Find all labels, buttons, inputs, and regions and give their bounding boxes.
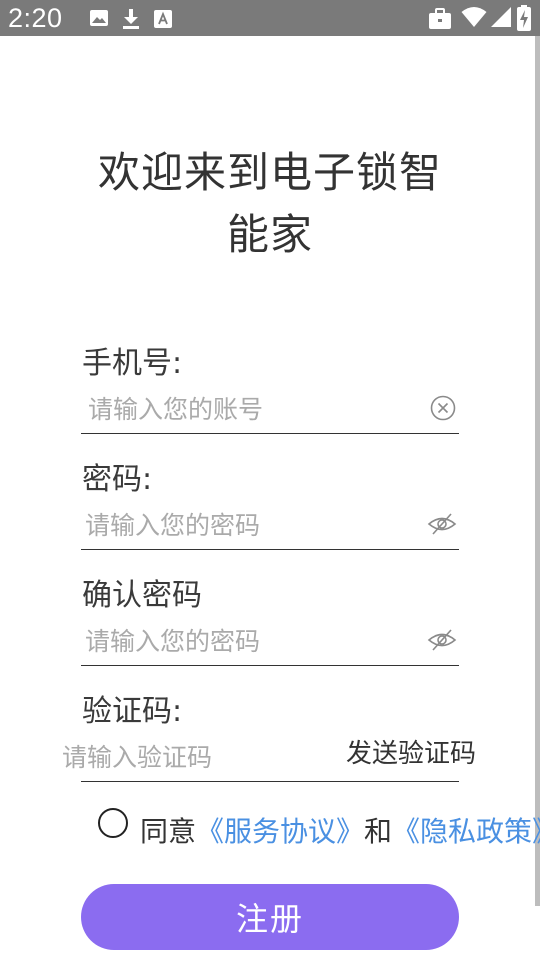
phone-input[interactable]: 请输入您的账号	[88, 390, 263, 426]
password-input[interactable]: 请输入您的密码	[85, 506, 260, 542]
eye-off-icon[interactable]	[427, 510, 457, 538]
send-code-button[interactable]: 发送验证码	[346, 733, 476, 770]
confirm-password-field[interactable]: 请输入您的密码	[81, 614, 459, 666]
confirm-password-label: 确认密码	[82, 578, 202, 613]
phone-field[interactable]: 请输入您的账号	[81, 382, 459, 434]
register-button[interactable]: 注册	[81, 884, 459, 950]
confirm-password-input[interactable]: 请输入您的密码	[85, 622, 260, 658]
and-text: 和	[364, 815, 393, 848]
image-icon	[90, 10, 108, 26]
phone-label: 手机号:	[82, 346, 183, 381]
page-title-line-1: 欢迎来到电子锁智	[97, 148, 442, 197]
battery-charging-icon	[517, 5, 531, 31]
code-label: 验证码:	[82, 694, 183, 729]
page-title-line-2: 能家	[226, 210, 313, 259]
clear-icon[interactable]	[429, 394, 457, 422]
password-field[interactable]: 请输入您的密码	[81, 498, 459, 550]
font-icon	[154, 10, 172, 28]
eye-off-icon[interactable]	[427, 626, 457, 654]
wifi-icon	[461, 7, 487, 27]
code-input[interactable]: 请输入验证码	[62, 738, 212, 774]
agree-text: 同意	[140, 815, 197, 848]
password-label: 密码:	[82, 462, 153, 497]
download-icon	[123, 9, 139, 29]
briefcase-icon	[429, 8, 451, 29]
service-agreement-link[interactable]: 《服务协议》	[196, 815, 364, 848]
page-title: 欢迎来到电子锁智 能家	[70, 142, 470, 266]
privacy-policy-link[interactable]: 《隐私政策》	[392, 815, 540, 848]
agree-radio[interactable]	[98, 808, 128, 838]
signal-icon	[491, 7, 511, 27]
status-bar: 2:20	[0, 0, 540, 36]
status-time: 2:20	[8, 3, 63, 33]
scrollbar[interactable]	[535, 36, 540, 906]
